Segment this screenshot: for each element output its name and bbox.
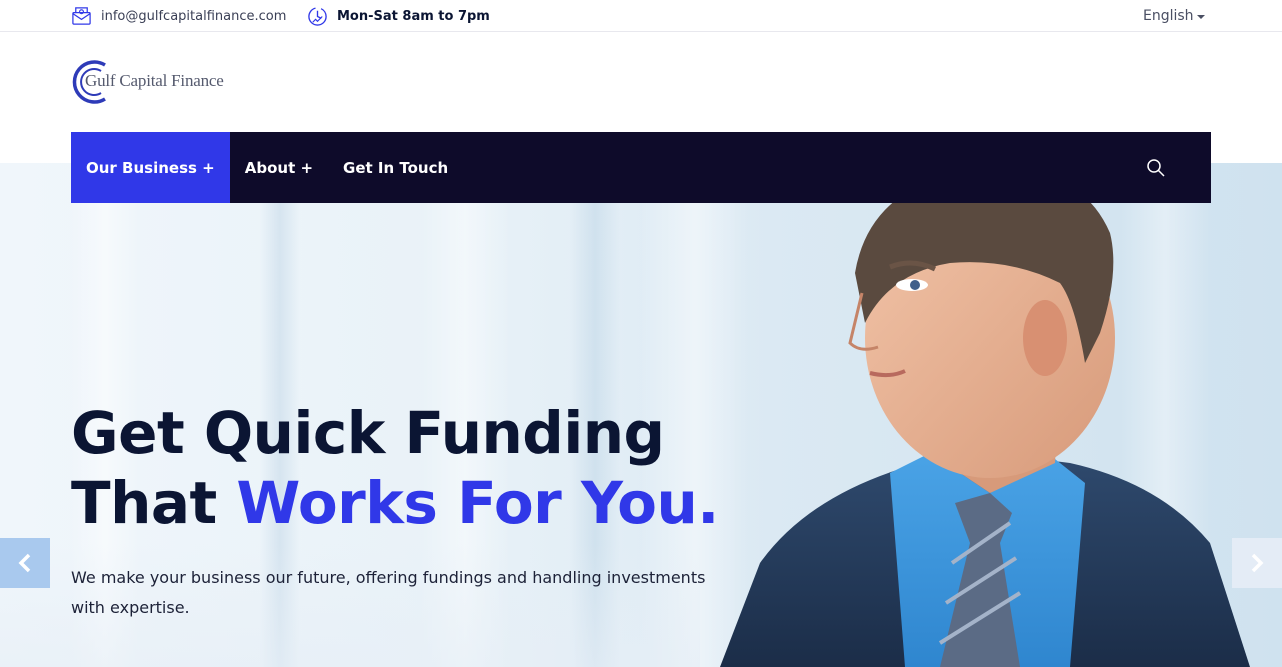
logo-text: Gulf Capital Finance <box>85 71 224 90</box>
headline-plain: That <box>71 469 237 537</box>
slider-prev-button[interactable] <box>0 538 50 588</box>
nav-item-our-business[interactable]: Our Business + <box>71 132 230 203</box>
language-selector[interactable]: English <box>1143 0 1205 32</box>
hero-subtitle: We make your business our future, offeri… <box>71 568 706 617</box>
nav-item-about[interactable]: About + <box>230 132 328 203</box>
headline-line-2: That Works For You. <box>71 468 719 538</box>
top-bar: info@gulfcapitalfinance.com Mon-Sat 8am … <box>0 0 1282 32</box>
headline-line-1: Get Quick Funding <box>71 399 665 467</box>
caret-down-icon <box>1196 15 1205 19</box>
contact-email[interactable]: info@gulfcapitalfinance.com <box>71 0 286 32</box>
slider-next-button[interactable] <box>1232 538 1282 588</box>
search-icon[interactable] <box>1146 158 1166 178</box>
hours-text: Mon-Sat 8am to 7pm <box>337 8 490 24</box>
chevron-left-icon <box>18 553 31 573</box>
header-spacer <box>0 132 71 163</box>
headline-accent: Works For You. <box>236 469 719 537</box>
hero-headline: Get Quick Funding That Works For You. <box>71 398 719 538</box>
main-nav: Our Business + About + Get In Touch <box>71 132 1211 203</box>
envelope-icon <box>72 6 91 25</box>
email-text: info@gulfcapitalfinance.com <box>101 8 287 24</box>
site-header: Gulf Capital Finance <box>0 32 1282 132</box>
nav-item-get-in-touch[interactable]: Get In Touch <box>328 132 463 203</box>
language-label: English <box>1143 8 1194 24</box>
chevron-right-icon <box>1251 553 1264 573</box>
businessman-photo <box>720 167 1250 667</box>
logo[interactable]: Gulf Capital Finance <box>71 57 224 107</box>
business-hours: Mon-Sat 8am to 7pm <box>307 0 490 32</box>
clock-icon <box>308 6 327 26</box>
